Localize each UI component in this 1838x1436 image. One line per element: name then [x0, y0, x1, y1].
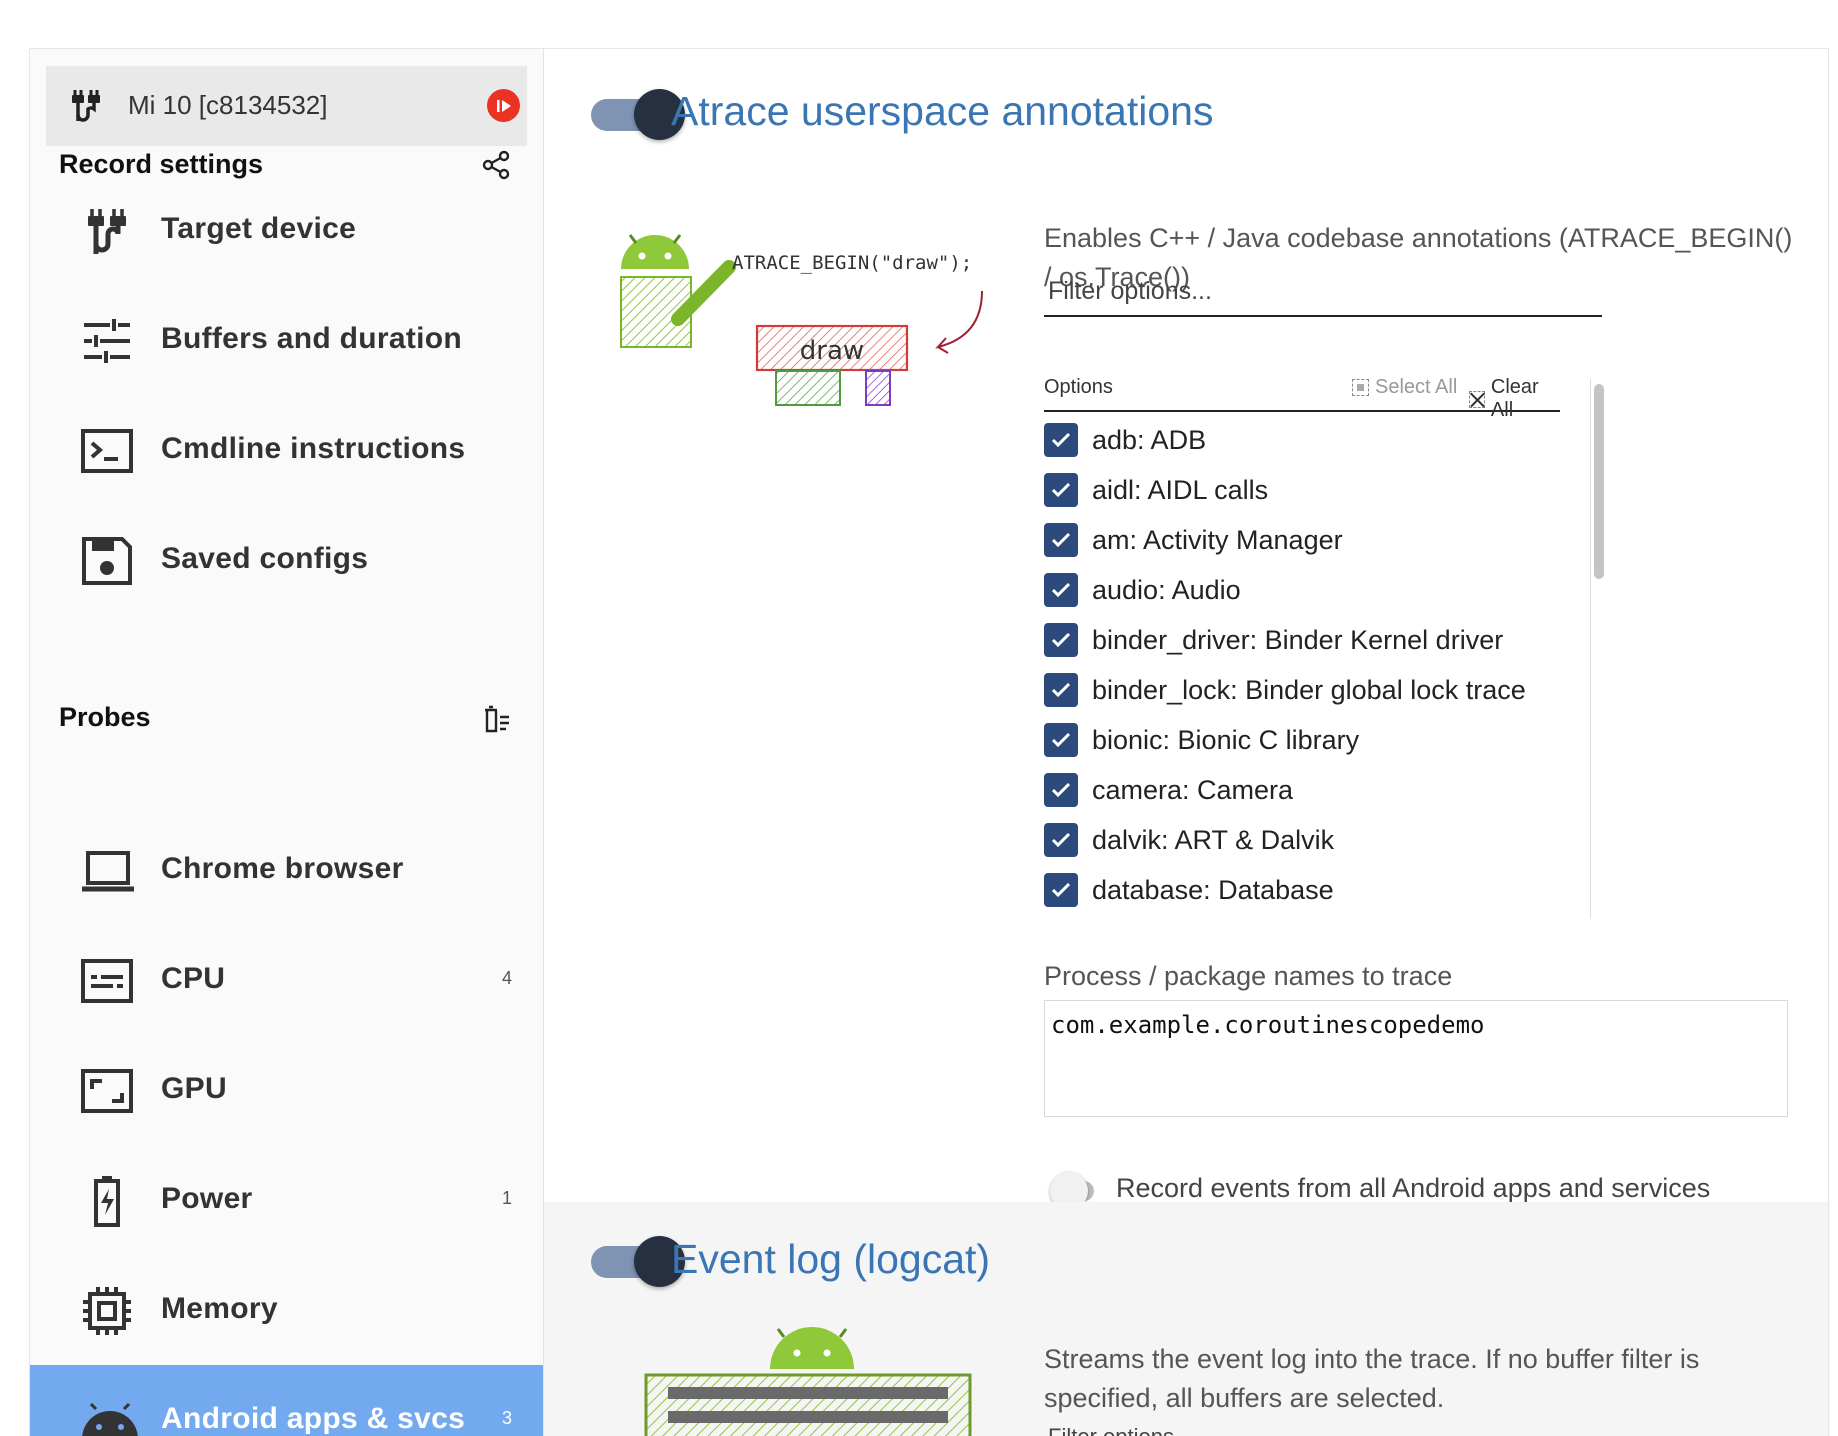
- sidebar-item-memory[interactable]: Memory: [30, 1255, 543, 1365]
- logcat-filter-label[interactable]: Filter options...: [1048, 1424, 1192, 1436]
- clear-probes-icon[interactable]: [480, 704, 512, 736]
- checkbox-checked-icon[interactable]: [1044, 723, 1078, 757]
- option-label: database: Database: [1092, 874, 1334, 905]
- checkbox-checked-icon[interactable]: [1044, 673, 1078, 707]
- clear-all-icon: [1469, 390, 1485, 408]
- sidebar-item-label: Android apps & svcs: [161, 1402, 466, 1435]
- record-play-icon: [496, 99, 511, 112]
- option-label: dalvik: ART & Dalvik: [1092, 824, 1335, 855]
- terminal-icon: [81, 429, 133, 473]
- options-header: Options Select All Clear All: [1044, 368, 1560, 421]
- sidebar-item-cpu[interactable]: CPU 4: [30, 925, 543, 1035]
- option-row[interactable]: camera: Camera: [1044, 765, 1560, 815]
- sidebar-item-count: 1: [501, 1188, 512, 1208]
- logcat-title: Event log (logcat): [671, 1236, 991, 1282]
- usb-icon: [72, 90, 100, 122]
- sidebar-item-label: Chrome browser: [161, 852, 404, 885]
- sidebar-item-label: Cmdline instructions: [161, 432, 466, 465]
- option-label: adb: ADB: [1092, 424, 1207, 455]
- sidebar-item-power[interactable]: Power 1: [30, 1145, 543, 1255]
- option-row[interactable]: aidl: AIDL calls: [1044, 465, 1560, 515]
- atrace-filter-input[interactable]: [1044, 267, 1602, 317]
- laptop-icon: [82, 851, 134, 892]
- scrollbar-thumb[interactable]: [1594, 384, 1604, 579]
- checkbox-checked-icon[interactable]: [1044, 823, 1078, 857]
- option-row[interactable]: adb: ADB: [1044, 415, 1560, 465]
- sidebar-item-label: GPU: [161, 1072, 227, 1105]
- option-row[interactable]: audio: Audio: [1044, 565, 1560, 615]
- checkbox-checked-icon[interactable]: [1044, 423, 1078, 457]
- option-row[interactable]: binder_driver: Binder Kernel driver: [1044, 615, 1560, 665]
- sidebar-item-gpu[interactable]: GPU: [30, 1035, 543, 1145]
- option-label: binder_driver: Binder Kernel driver: [1092, 624, 1504, 655]
- sidebar-item-count: 3: [501, 1408, 512, 1428]
- sidebar-item-count: 4: [501, 968, 512, 988]
- process-names-label: Process / package names to trace: [1044, 961, 1453, 991]
- select-all-button[interactable]: Select All: [1352, 376, 1457, 399]
- checkbox-checked-icon[interactable]: [1044, 473, 1078, 507]
- option-label: bionic: Bionic C library: [1092, 724, 1360, 755]
- logcat-illustration: [644, 1327, 972, 1436]
- checkbox-checked-icon[interactable]: [1044, 573, 1078, 607]
- atrace-probe: Atrace userspace annotations ATRACE_BEGI…: [544, 49, 1828, 1210]
- options-list: adb: ADB aidl: AIDL calls am: Activity M…: [1044, 415, 1560, 915]
- sidebar-item-label: Target device: [161, 212, 357, 245]
- options-scrollbar[interactable]: [1590, 379, 1605, 919]
- option-label: camera: Camera: [1092, 774, 1294, 805]
- logcat-probe: Event log (logcat) Streams the event log…: [544, 1202, 1828, 1436]
- probes-heading: Probes: [59, 702, 151, 732]
- process-names-input[interactable]: com.example.coroutinescopedemo: [1044, 1000, 1788, 1117]
- select-all-label: Select All: [1375, 376, 1458, 398]
- sidebar-item-label: Buffers and duration: [161, 322, 463, 355]
- illustration-box-label: draw: [800, 336, 864, 366]
- option-row[interactable]: am: Activity Manager: [1044, 515, 1560, 565]
- sidebar-item-buffers[interactable]: Buffers and duration: [30, 285, 543, 395]
- option-label: binder_lock: Binder global lock trace: [1092, 674, 1526, 705]
- usb-icon: [88, 209, 126, 254]
- option-label: aidl: AIDL calls: [1092, 474, 1269, 505]
- select-all-icon: [1352, 379, 1369, 396]
- sidebar-item-cmdline[interactable]: Cmdline instructions: [30, 395, 543, 505]
- sidebar-item-label: CPU: [161, 962, 226, 995]
- sidebar-item-chrome[interactable]: Chrome browser: [30, 815, 543, 925]
- record-panel: Mi 10 [c8134532] Record settings Target …: [30, 49, 1828, 1436]
- atrace-illustration: ATRACE_BEGIN("draw"); draw: [620, 234, 983, 406]
- save-icon: [82, 537, 132, 585]
- atrace-title: Atrace userspace annotations: [671, 88, 1214, 134]
- checkbox-checked-icon[interactable]: [1044, 523, 1078, 557]
- logcat-description: Streams the event log into the trace. If…: [1044, 1344, 1700, 1413]
- illustration-code: ATRACE_BEGIN("draw");: [732, 252, 972, 274]
- option-row[interactable]: binder_lock: Binder global lock trace: [1044, 665, 1560, 715]
- sidebar-item-android-apps[interactable]: Android apps & svcs 3: [30, 1365, 543, 1436]
- sidebar-item-target-device[interactable]: Target device: [30, 175, 543, 285]
- option-row[interactable]: dalvik: ART & Dalvik: [1044, 815, 1560, 865]
- option-label: audio: Audio: [1092, 574, 1241, 605]
- sidebar-item-label: Power: [161, 1182, 253, 1215]
- option-label: am: Activity Manager: [1092, 524, 1343, 555]
- main-content: Atrace userspace annotations ATRACE_BEGI…: [544, 49, 1828, 1436]
- android-icon: [82, 1402, 138, 1436]
- sidebar-item-saved-configs[interactable]: Saved configs: [30, 505, 543, 615]
- checkbox-checked-icon[interactable]: [1044, 873, 1078, 907]
- checkbox-checked-icon[interactable]: [1044, 773, 1078, 807]
- record-button[interactable]: [487, 89, 520, 122]
- aspect-ratio-icon: [81, 1069, 133, 1113]
- battery-charging-icon: [94, 1176, 120, 1227]
- option-row[interactable]: database: Database: [1044, 865, 1560, 915]
- options-header-label: Options: [1044, 376, 1113, 398]
- sidebar: Mi 10 [c8134532] Record settings Target …: [30, 49, 544, 1436]
- device-name: Mi 10 [c8134532]: [128, 90, 328, 120]
- subtitles-icon: [81, 959, 133, 1003]
- checkbox-checked-icon[interactable]: [1044, 623, 1078, 657]
- sidebar-item-label: Saved configs: [161, 542, 369, 575]
- option-row[interactable]: bionic: Bionic C library: [1044, 715, 1560, 765]
- tune-icon: [84, 319, 130, 363]
- memory-chip-icon: [83, 1287, 131, 1335]
- device-selector[interactable]: Mi 10 [c8134532]: [46, 66, 527, 146]
- sidebar-item-label: Memory: [161, 1292, 278, 1325]
- record-all-apps-label: Record events from all Android apps and …: [1116, 1173, 1711, 1203]
